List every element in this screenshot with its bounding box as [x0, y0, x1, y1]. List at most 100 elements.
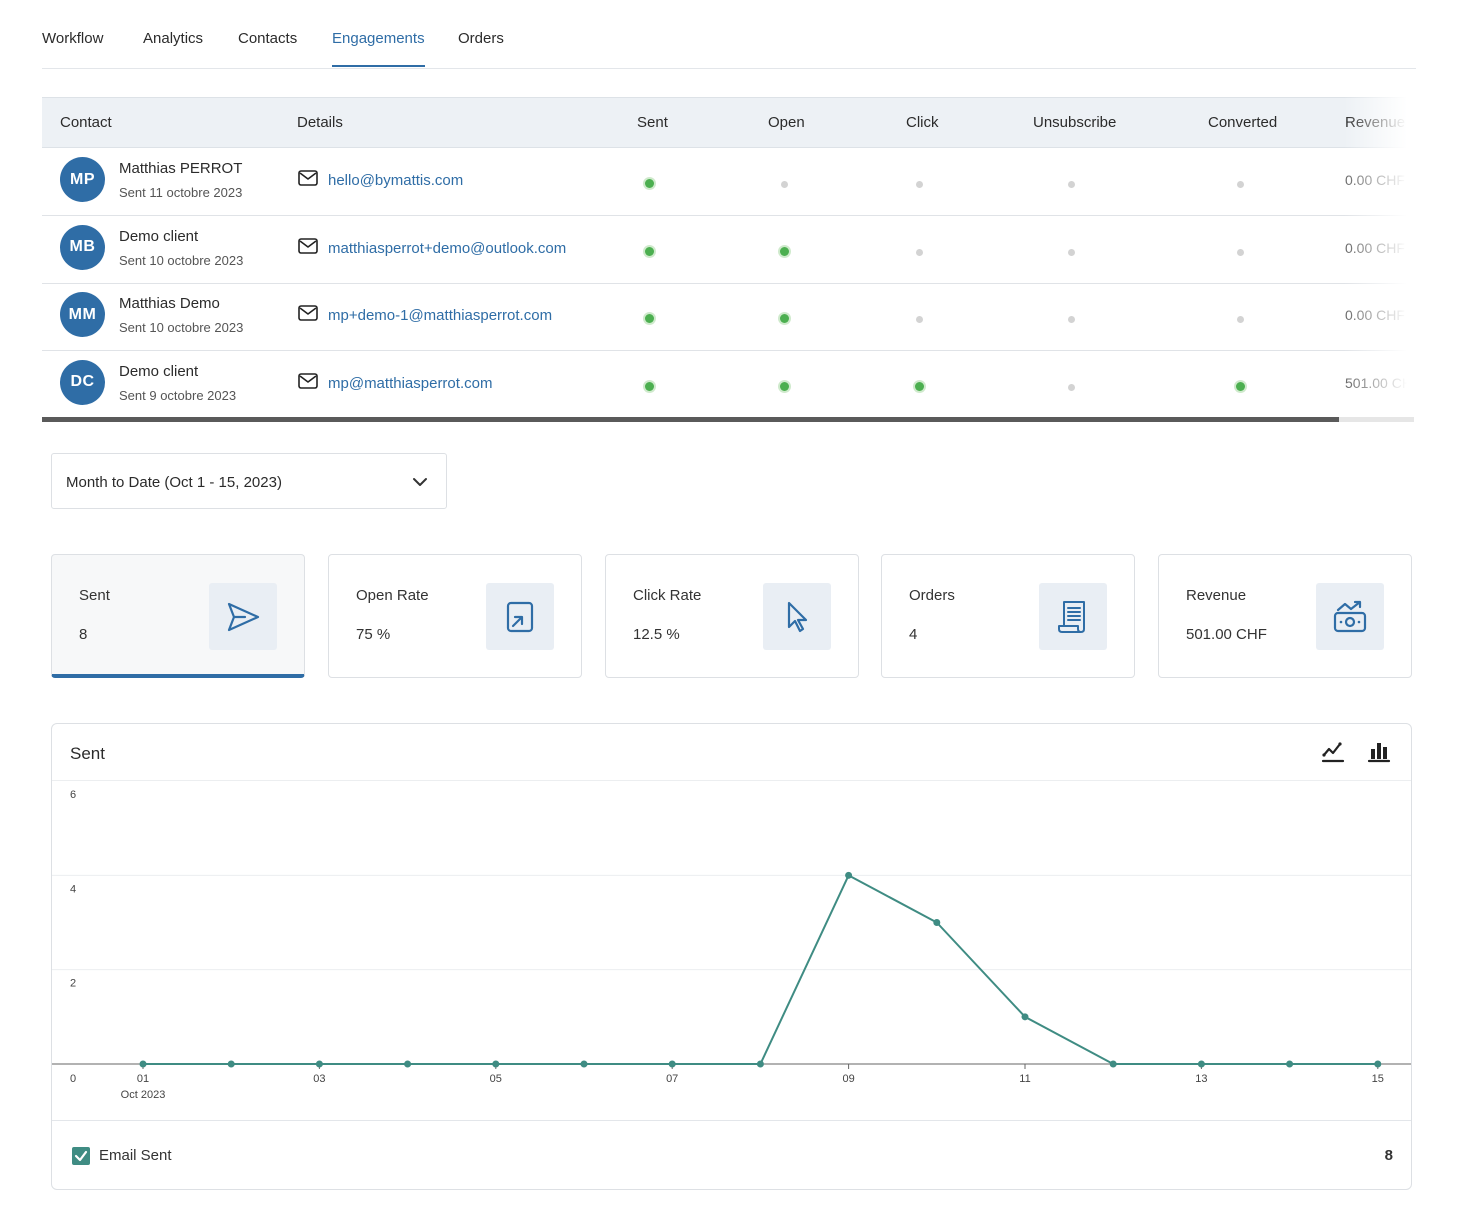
date-range-select[interactable]: Month to Date (Oct 1 - 15, 2023)	[51, 453, 447, 509]
revenue-value: 0.00 CHF	[1345, 172, 1405, 188]
stat-value: 8	[79, 626, 88, 643]
y-tick-label: 2	[70, 978, 76, 990]
data-point	[845, 871, 853, 879]
engagements-table: Contact Details Sent Open Click Unsubscr…	[42, 97, 1414, 423]
chart-title: Sent	[70, 744, 105, 763]
data-point	[756, 1060, 764, 1068]
mail-icon	[298, 372, 318, 389]
status-dot-click	[915, 248, 923, 256]
checkmark-icon	[74, 1150, 88, 1162]
email-link[interactable]: hello@bymattis.com	[328, 172, 463, 189]
column-header-open[interactable]: Open	[768, 114, 805, 131]
mail-icon	[298, 305, 318, 321]
x-tick-label: 01	[137, 1073, 149, 1085]
column-header-unsubscribe[interactable]: Unsubscribe	[1033, 114, 1116, 131]
avatar: MM	[60, 292, 105, 337]
y-tick-label: 0	[70, 1073, 76, 1085]
legend-checkbox[interactable]	[72, 1147, 90, 1165]
send-icon	[209, 583, 277, 650]
stat-value: 12.5 %	[633, 626, 680, 643]
email-link[interactable]: matthiasperrot+demo@outlook.com	[328, 240, 566, 257]
contact-name[interactable]: Demo client	[119, 228, 198, 245]
data-point	[1109, 1060, 1117, 1068]
status-dot-open	[780, 181, 788, 188]
bar-chart-icon[interactable]	[1367, 740, 1391, 764]
table-row[interactable]: MM Matthias Demo Sent 10 octobre 2023 mp+de…	[42, 283, 1414, 351]
data-point	[1021, 1013, 1029, 1021]
stat-card-orders[interactable]: Orders 4	[881, 554, 1135, 678]
stat-card-sent[interactable]: Sent 8	[51, 554, 305, 678]
data-point	[933, 919, 941, 926]
table-row[interactable]: DC Demo client Sent 9 octobre 2023 mp@matth…	[42, 351, 1414, 419]
tab-workflow[interactable]: Workflow	[42, 30, 103, 65]
column-header-click[interactable]: Click	[906, 114, 939, 131]
stat-card-open-rate[interactable]: Open Rate 75 %	[328, 554, 582, 678]
revenue-value: 0.00 CHF	[1345, 239, 1405, 256]
stat-card-click-rate[interactable]: Click Rate 12.5 %	[605, 554, 859, 678]
sent-date: Sent 10 octobre 2023	[119, 320, 244, 335]
table-row[interactable]: MP Matthias PERROT Sent 11 octobre 2023 hel…	[42, 148, 1414, 216]
data-point	[1286, 1060, 1294, 1068]
date-range-label: Month to Date (Oct 1 - 15, 2023)	[66, 474, 282, 491]
mail-icon	[298, 170, 318, 186]
table-row[interactable]: MB Demo client Sent 10 octobre 2023 matthia…	[42, 216, 1414, 284]
stat-title: Sent	[79, 587, 110, 604]
table-header: Contact Details Sent Open Click Unsubscr…	[42, 97, 1414, 148]
status-dot-converted	[1236, 181, 1244, 188]
stat-title: Click Rate	[633, 587, 702, 604]
avatar: DC	[60, 359, 105, 405]
tab-analytics[interactable]: Analytics	[143, 30, 203, 65]
column-header-contact[interactable]: Contact	[60, 114, 112, 131]
status-dot-open	[779, 381, 789, 391]
status-dot-click	[915, 316, 923, 323]
status-dot-open	[779, 246, 789, 256]
contact-name[interactable]: Demo client	[119, 363, 198, 380]
status-dot-converted	[1236, 248, 1244, 256]
status-dot-unsubscribe	[1067, 181, 1075, 188]
column-header-revenue[interactable]: Revenue	[1345, 114, 1405, 131]
tab-bar: Workflow Analytics Contacts Engagements …	[42, 0, 1416, 69]
data-point	[404, 1060, 412, 1068]
data-point	[668, 1060, 676, 1068]
panel-footer-divider	[52, 1120, 1411, 1121]
email-link[interactable]: mp+demo-1@matthiasperrot.com	[328, 307, 552, 324]
x-tick-label: 11	[1019, 1073, 1030, 1085]
scrollbar-thumb[interactable]	[42, 417, 1339, 422]
email-link[interactable]: mp@matthiasperrot.com	[328, 375, 492, 392]
stat-card-revenue[interactable]: Revenue 501.00 CHF	[1158, 554, 1412, 678]
y-tick-label: 4	[70, 883, 76, 895]
contact-name[interactable]: Matthias Demo	[119, 295, 220, 312]
stat-title: Orders	[909, 587, 955, 604]
status-dot-unsubscribe	[1067, 248, 1075, 256]
chevron-down-icon	[413, 478, 427, 486]
line-chart-icon[interactable]	[1321, 740, 1345, 764]
x-tick-label: 07	[666, 1073, 678, 1085]
sent-chart-panel: Sent 0 2 4 6 01 03 05 07 09 11 13 15 Oct 2023 Email …	[51, 723, 1412, 1190]
sent-date: Sent 10 octobre 2023	[119, 252, 244, 268]
status-dot-converted	[1236, 316, 1244, 323]
tab-engagements[interactable]: Engagements	[332, 30, 425, 67]
status-dot-unsubscribe	[1067, 316, 1075, 323]
data-point	[139, 1060, 147, 1068]
tab-orders[interactable]: Orders	[458, 30, 504, 65]
status-dot-sent	[644, 246, 654, 256]
column-header-details[interactable]: Details	[297, 114, 343, 131]
status-dot-unsubscribe	[1067, 383, 1075, 391]
receipt-icon	[1039, 583, 1107, 650]
status-dot-converted	[1235, 381, 1245, 391]
status-dot-sent	[644, 314, 654, 323]
avatar: MP	[60, 157, 105, 202]
x-axis-sublabel: Oct 2023	[121, 1089, 166, 1101]
tab-contacts[interactable]: Contacts	[238, 30, 297, 65]
contact-name[interactable]: Matthias PERROT	[119, 160, 242, 177]
data-point	[227, 1060, 235, 1068]
stat-title: Open Rate	[356, 587, 429, 604]
horizontal-scrollbar[interactable]	[42, 417, 1414, 422]
avatar: MB	[60, 224, 105, 270]
x-tick-label: 05	[490, 1073, 502, 1085]
status-dot-click	[915, 181, 923, 188]
column-header-sent[interactable]: Sent	[637, 114, 668, 131]
column-header-converted[interactable]: Converted	[1208, 114, 1277, 131]
mail-icon	[298, 237, 318, 254]
x-tick-label: 03	[313, 1073, 325, 1085]
